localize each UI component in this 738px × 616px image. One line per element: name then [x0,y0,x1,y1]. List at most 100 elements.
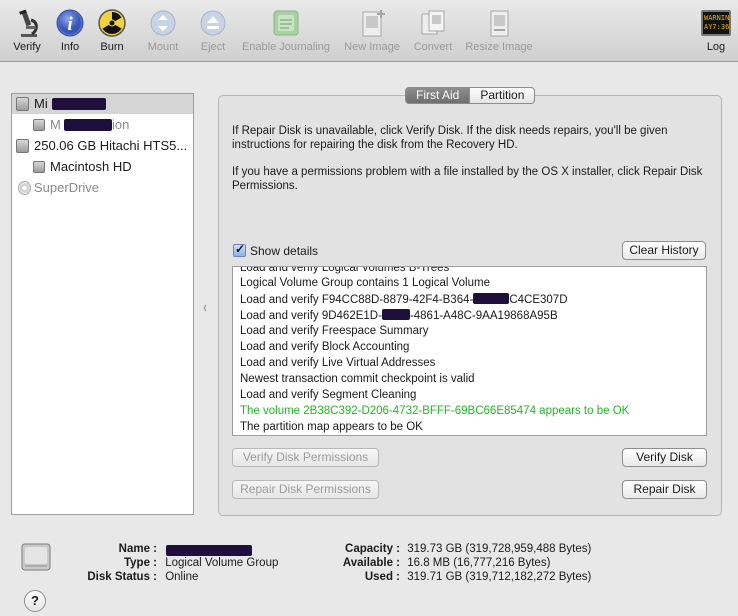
hard-disk-icon [16,139,29,153]
info-toolbar-button[interactable]: i Info [55,8,85,53]
log-line-text-suffix: -4861-A48C-9AA19868A95B [409,310,558,322]
permissions-info-text: If you have a permissions problem with a… [232,166,703,192]
verify-disk-button[interactable]: Verify Disk [622,448,707,467]
sidebar-item-label: M [50,117,61,132]
log-line-ok: The volume 2B38C392-D206-4732-BFFF-69BC6… [240,405,630,417]
sidebar-item-label: SuperDrive [34,180,100,195]
convert-label: Convert [413,41,453,53]
log-line: Load and verify Freespace Summary [240,325,429,337]
volume-icon [33,161,45,173]
enable-journaling-label: Enable Journaling [241,41,331,53]
eject-toolbar-button[interactable]: Eject [198,8,228,53]
new-image-toolbar-button[interactable]: New Image [342,8,402,53]
sidebar-item-label-suffix: ion [112,117,130,132]
disk-status-label: Disk Status : [87,571,157,583]
show-details-label: Show details [250,244,319,258]
available-value: 16.8 MB (16,777,216 Bytes) [407,557,551,569]
burn-toolbar-button[interactable]: Burn [97,8,127,53]
name-row: Name : [60,543,252,556]
resize-image-toolbar-button[interactable]: Resize Image [463,8,535,53]
repair-disk-permissions-button[interactable]: Repair Disk Permissions [232,480,379,499]
tab-bar: First Aid Partition [405,87,536,104]
log-line-text: Load and verify F94CC88D-8879-42F4-B364- [240,294,474,306]
eject-label: Eject [200,41,226,53]
capacity-value: 319.73 GB (319,728,959,488 Bytes) [407,543,592,555]
sidebar-item-label: Macintosh HD [50,159,132,174]
log-line: The partition map appears to be OK [240,421,423,433]
tab-partition[interactable]: Partition [470,87,536,104]
sidebar-item-volume-group[interactable]: Mi [12,94,193,114]
used-label: Used : [364,571,400,583]
sidebar-item-label: 250.06 GB Hitachi HTS5... [34,138,188,153]
repair-disk-button[interactable]: Repair Disk [622,480,707,499]
mount-label: Mount [147,41,179,53]
used-row: Used : 319.71 GB (319,712,182,272 Bytes) [320,571,592,583]
log-line: Load and verify Logical Volumes B-Trees [240,266,450,274]
new-image-label: New Image [344,41,400,53]
journal-icon [271,8,301,38]
log-line-text-suffix: C4CE307D [509,294,568,306]
log-line-text: Load and verify 9D462E1D- [240,310,382,322]
convert-toolbar-button[interactable]: Convert [410,8,456,53]
name-label: Name : [118,543,157,555]
verify-label: Verify [13,41,41,53]
log-line: Load and verify Live Virtual Addresses [240,357,436,369]
show-details-checkbox[interactable] [233,242,246,257]
log-icon-text-1: WARNIN [704,14,730,22]
svg-text:i: i [67,14,73,35]
disk-info-area: Name : Type : Logical Volume Group Disk … [0,530,738,616]
log-icon: WARNIN AY7:36 [701,10,731,36]
log-label: Log [706,41,726,53]
capacity-label: Capacity : [345,543,400,555]
enable-journaling-toolbar-button[interactable]: Enable Journaling [238,8,334,53]
redaction-mark [166,545,252,556]
toolbar: Verify i Info Burn Mount Eject Enable Jo… [0,0,738,62]
splitter-handle[interactable] [203,301,207,312]
log-line: Logical Volume Group contains 1 Logical … [240,277,490,289]
volume-icon [33,119,45,131]
microscope-icon [12,8,42,38]
capacity-row: Capacity : 319.73 GB (319,728,959,488 By… [320,543,591,555]
log-icon-text-2: AY7:36 [704,23,730,31]
info-label: Info [60,41,80,53]
redaction-mark [473,293,510,304]
log-line: Load and verify F94CC88D-8879-42F4-B364-… [240,293,568,306]
help-button[interactable]: ? [24,590,46,612]
optical-drive-icon [18,181,31,195]
sidebar-item-hitachi-disk[interactable]: 250.06 GB Hitachi HTS5... [12,136,193,156]
redaction-mark [381,309,410,320]
mount-icon [148,8,178,38]
eject-icon [198,8,228,38]
convert-icon [418,8,448,38]
mount-toolbar-button[interactable]: Mount [144,8,182,53]
log-toolbar-button[interactable]: WARNIN AY7:36 Log [700,8,732,53]
used-value: 319.71 GB (319,712,182,272 Bytes) [407,571,592,583]
sidebar-item-label: Mi [34,96,48,111]
available-row: Available : 16.8 MB (16,777,216 Bytes) [320,557,551,569]
verify-toolbar-button[interactable]: Verify [10,8,44,53]
disk-list[interactable]: Mi M ion 250.06 GB Hitachi HTS5... Macin… [11,93,194,515]
sidebar-item-volume[interactable]: M ion [12,115,193,135]
drive-icon [16,97,29,111]
log-line: Load and verify Block Accounting [240,341,410,353]
type-label: Type : [123,557,157,569]
new-image-icon [357,8,387,38]
clear-history-button[interactable]: Clear History [622,241,706,260]
redaction-mark [52,98,106,110]
redaction-mark [64,119,112,131]
radiation-icon [97,8,127,38]
tab-first-aid[interactable]: First Aid [405,87,471,104]
type-value: Logical Volume Group [165,557,279,569]
sidebar-item-superdrive[interactable]: SuperDrive [12,178,193,198]
resize-image-icon [484,8,514,38]
verify-disk-permissions-button[interactable]: Verify Disk Permissions [232,448,379,467]
available-label: Available : [342,557,400,569]
sidebar-item-macintosh-hd[interactable]: Macintosh HD [12,157,193,177]
log-line: Load and verify Segment Cleaning [240,389,417,401]
log-line: Load and verify 9D462E1D- -4861-A48C-9AA1… [240,309,558,322]
first-aid-info-text: If Repair Disk is unavailable, click Ver… [232,125,668,151]
disk-status-value: Online [165,571,199,583]
details-log[interactable]: Load and verify Logical Volumes B-Trees … [232,266,707,436]
log-line: Newest transaction commit checkpoint is … [240,373,475,385]
type-row: Type : Logical Volume Group [60,557,278,569]
